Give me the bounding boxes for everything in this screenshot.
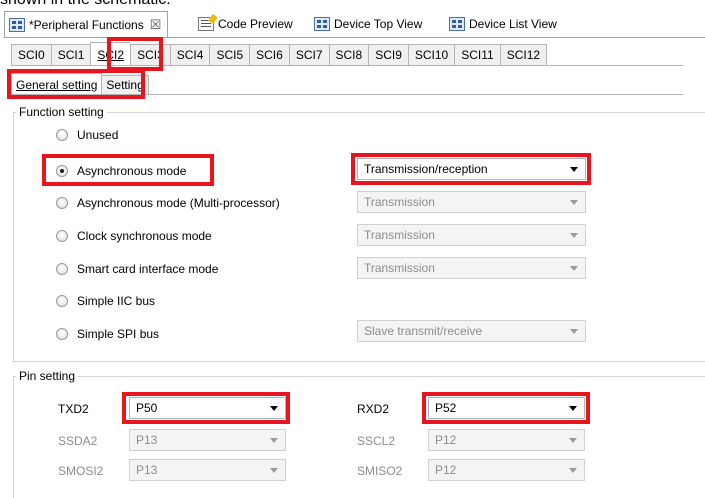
chevron-down-icon	[570, 266, 578, 271]
clipped-text-fragment: shown in the schematic.	[0, 0, 171, 9]
combo-value: P13	[136, 463, 158, 477]
tab-sci5[interactable]: SCI5	[209, 44, 250, 66]
tab-code-preview[interactable]: Code Preview	[198, 12, 293, 36]
chevron-down-icon	[270, 468, 278, 473]
radio-button-icon	[56, 230, 68, 242]
smiso2-label: SMISO2	[357, 464, 403, 478]
async-multiprocessor-combo[interactable]: Transmission	[357, 191, 586, 213]
combo-value: Transmission	[364, 228, 435, 242]
radio-unused[interactable]: Unused	[56, 128, 118, 142]
chevron-down-icon	[569, 406, 577, 411]
chevron-down-icon	[570, 329, 578, 334]
smosi2-combo[interactable]: P13	[129, 459, 286, 481]
tab-device-list-view[interactable]: Device List View	[449, 12, 557, 36]
combo-value: P12	[435, 463, 457, 477]
txd2-combo[interactable]: P50	[129, 397, 286, 419]
smosi2-label: SMOSI2	[58, 464, 104, 478]
tab-device-top-view[interactable]: Device Top View	[314, 12, 422, 36]
tab-sci12[interactable]: SCI12	[499, 44, 548, 66]
smiso2-combo[interactable]: P12	[428, 459, 585, 481]
radio-button-icon	[56, 328, 68, 340]
radio-async-multiprocessor[interactable]: Asynchronous mode (Multi-processor)	[56, 196, 280, 210]
radio-label: Unused	[77, 128, 119, 142]
chevron-down-icon	[270, 406, 278, 411]
radio-label: Simple SPI bus	[77, 327, 160, 341]
sub-tab-divider	[11, 94, 683, 95]
smart-card-combo[interactable]: Transmission	[357, 257, 586, 279]
sci-tab-divider	[11, 65, 683, 66]
sub-tab-row: General setting Setting	[11, 73, 149, 95]
tab-sci3[interactable]: SCI3	[130, 44, 170, 66]
peripheral-functions-icon	[9, 17, 25, 32]
tab-label: Device List View	[469, 17, 557, 31]
radio-simple-spi[interactable]: Simple SPI bus	[56, 327, 159, 341]
tab-sci8[interactable]: SCI8	[328, 44, 369, 66]
tab-sci11[interactable]: SCI11	[454, 44, 500, 66]
radio-button-icon	[56, 263, 68, 275]
ssda2-combo[interactable]: P13	[129, 429, 286, 451]
chevron-down-icon	[569, 438, 577, 443]
code-preview-icon	[198, 17, 214, 31]
tab-setting[interactable]: Setting	[102, 75, 149, 95]
combo-value: Transmission	[364, 195, 435, 209]
sscl2-combo[interactable]: P12	[428, 429, 585, 451]
combo-value: Transmission/reception	[364, 162, 488, 176]
chevron-down-icon	[270, 438, 278, 443]
rxd2-label: RXD2	[357, 402, 390, 416]
combo-value: Slave transmit/receive	[364, 324, 483, 338]
tab-peripheral-functions[interactable]: *Peripheral Functions ☒	[4, 11, 169, 37]
radio-button-icon	[56, 197, 68, 209]
pin-setting-legend: Pin setting	[16, 369, 79, 383]
txd2-label: TXD2	[58, 402, 89, 416]
radio-button-icon	[56, 295, 68, 307]
radio-label: Simple IIC bus	[77, 294, 156, 308]
tab-label: *Peripheral Functions	[29, 17, 144, 32]
simple-spi-combo[interactable]: Slave transmit/receive	[357, 320, 586, 342]
chevron-down-icon	[569, 468, 577, 473]
radio-button-icon	[56, 129, 68, 141]
radio-clock-synchronous[interactable]: Clock synchronous mode	[56, 229, 212, 243]
tab-sci10[interactable]: SCI10	[407, 44, 455, 66]
async-mode-combo[interactable]: Transmission/reception	[357, 158, 586, 180]
tab-general-setting[interactable]: General setting	[11, 73, 103, 95]
function-setting-legend: Function setting	[16, 105, 107, 119]
combo-value: Transmission	[364, 261, 435, 275]
combo-value: P12	[435, 433, 457, 447]
close-icon[interactable]: ☒	[150, 17, 162, 33]
radio-asynchronous-mode[interactable]: Asynchronous mode	[56, 164, 186, 178]
chevron-down-icon	[570, 200, 578, 205]
radio-label: Smart card interface mode	[77, 262, 219, 276]
tab-sci1[interactable]: SCI1	[50, 44, 91, 66]
tab-sci2[interactable]: SCI2	[90, 42, 131, 66]
tab-sci0[interactable]: SCI0	[11, 44, 51, 66]
radio-label: Asynchronous mode	[77, 164, 187, 178]
radio-simple-iic[interactable]: Simple IIC bus	[56, 294, 155, 308]
combo-value: P52	[435, 401, 457, 415]
radio-smart-card[interactable]: Smart card interface mode	[56, 262, 218, 276]
ssda2-label: SSDA2	[58, 434, 98, 448]
tab-label: Device Top View	[334, 17, 423, 31]
radio-label: Asynchronous mode (Multi-processor)	[77, 196, 280, 210]
device-list-view-icon	[449, 17, 465, 31]
tab-sci9[interactable]: SCI9	[368, 44, 408, 66]
tab-sci4[interactable]: SCI4	[169, 44, 210, 66]
tab-sci7[interactable]: SCI7	[288, 44, 329, 66]
chevron-down-icon	[570, 167, 578, 172]
radio-button-selected-icon	[56, 165, 68, 177]
tab-strip-divider	[4, 37, 705, 38]
chevron-down-icon	[570, 233, 578, 238]
combo-value: P50	[136, 401, 158, 415]
editor-tab-bar: *Peripheral Functions ☒ Code Preview Dev…	[4, 10, 705, 38]
tab-label: Code Preview	[218, 17, 293, 31]
tab-sci6[interactable]: SCI6	[249, 44, 289, 66]
rxd2-combo[interactable]: P52	[428, 397, 585, 419]
clock-synchronous-combo[interactable]: Transmission	[357, 224, 586, 246]
device-top-view-icon	[314, 17, 330, 31]
combo-value: P13	[136, 433, 158, 447]
sci-tab-row: SCI0 SCI1 SCI2 SCI3 SCI4 SCI5 SCI6 SCI7 …	[11, 42, 548, 66]
sscl2-label: SSCL2	[357, 434, 396, 448]
radio-label: Clock synchronous mode	[77, 229, 212, 243]
